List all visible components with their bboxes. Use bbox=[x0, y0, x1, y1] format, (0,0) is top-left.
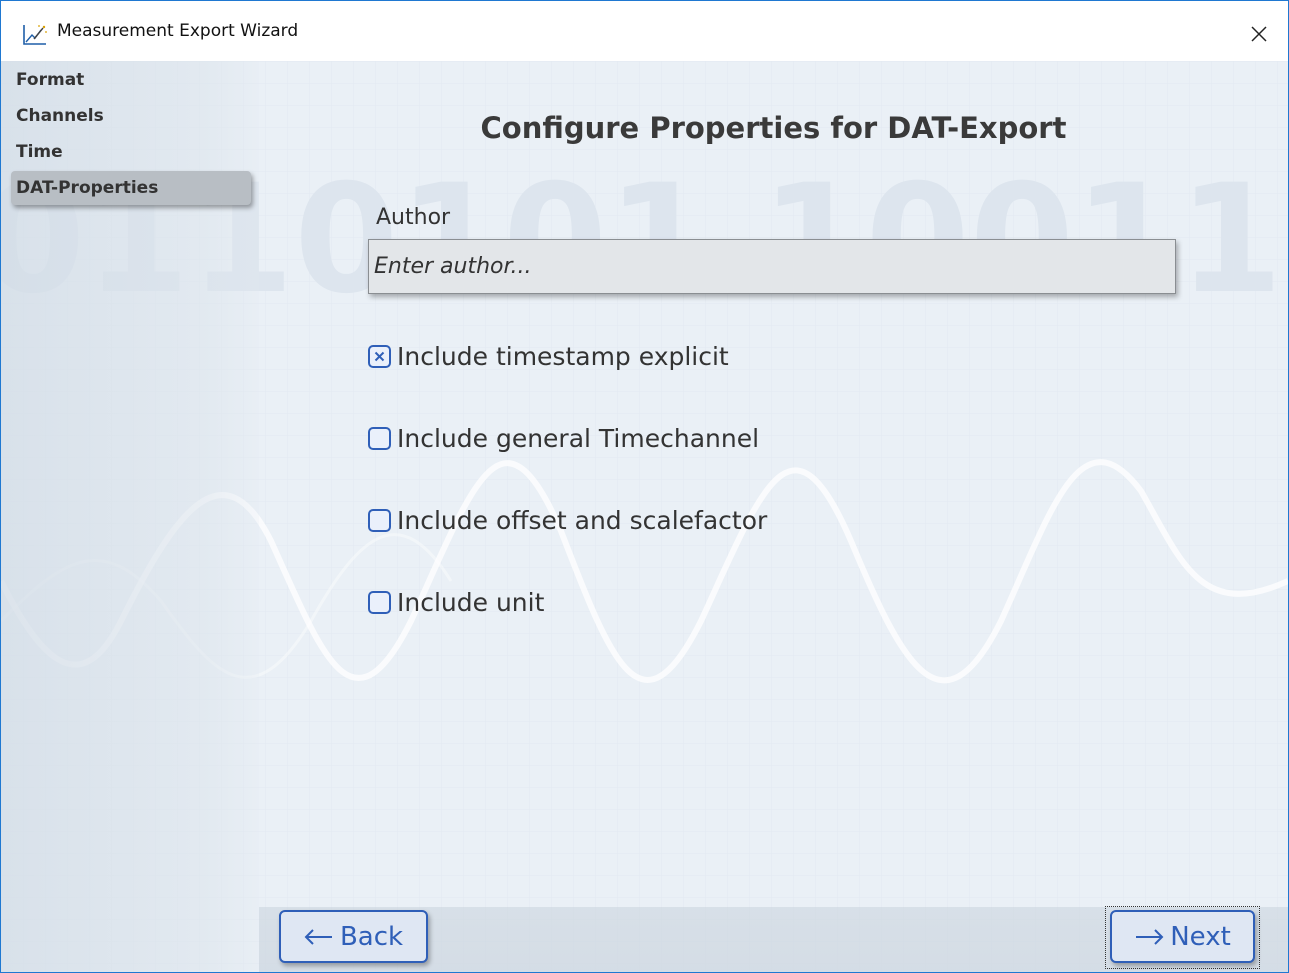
checkbox-unchecked[interactable] bbox=[368, 590, 391, 614]
wizard-steps-sidebar: Format Channels Time DAT-Properties bbox=[1, 61, 259, 972]
checkbox-unchecked[interactable] bbox=[368, 426, 391, 450]
option-label: Include offset and scalefactor bbox=[397, 505, 768, 535]
back-label: Back bbox=[339, 921, 404, 952]
window-title: Measurement Export Wizard bbox=[57, 21, 299, 41]
page-title: Configure Properties for DAT-Export bbox=[480, 111, 1067, 145]
chart-wand-icon bbox=[22, 23, 48, 47]
step-format[interactable]: Format bbox=[11, 63, 251, 97]
back-button[interactable]: Back bbox=[279, 910, 428, 963]
arrow-right-icon bbox=[1134, 922, 1164, 952]
check-x-icon bbox=[374, 351, 385, 361]
author-label: Author bbox=[376, 205, 451, 230]
option-include-timestamp-explicit[interactable]: Include timestamp explicit bbox=[368, 339, 729, 373]
step-channels[interactable]: Channels bbox=[11, 99, 251, 133]
next-button[interactable]: Next bbox=[1110, 910, 1255, 963]
title-bar: Measurement Export Wizard bbox=[1, 1, 1288, 61]
wizard-content: 0110101 100111 Format Channels Time DAT-… bbox=[1, 61, 1288, 972]
option-include-unit[interactable]: Include unit bbox=[368, 585, 544, 619]
step-dat-properties[interactable]: DAT-Properties bbox=[11, 171, 251, 205]
wizard-window: Measurement Export Wizard 0110101 100111… bbox=[0, 0, 1289, 973]
option-include-offset-and-scalefactor[interactable]: Include offset and scalefactor bbox=[368, 503, 767, 537]
checkbox-unchecked[interactable] bbox=[368, 508, 391, 532]
arrow-left-icon bbox=[304, 922, 334, 952]
checkbox-checked[interactable] bbox=[368, 344, 391, 368]
close-button[interactable] bbox=[1244, 19, 1274, 49]
author-input[interactable] bbox=[368, 239, 1176, 294]
close-icon bbox=[1251, 26, 1267, 42]
option-label: Include unit bbox=[397, 587, 545, 617]
option-include-general-timechannel[interactable]: Include general Timechannel bbox=[368, 421, 759, 455]
option-label: Include general Timechannel bbox=[397, 423, 760, 453]
next-label: Next bbox=[1170, 921, 1231, 952]
option-label: Include timestamp explicit bbox=[397, 341, 729, 371]
step-time[interactable]: Time bbox=[11, 135, 251, 169]
